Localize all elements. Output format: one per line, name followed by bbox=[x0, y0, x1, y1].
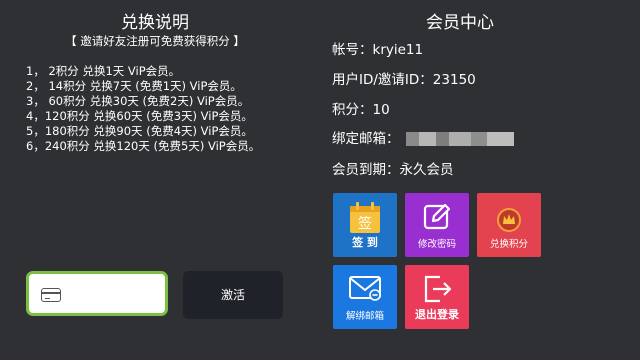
user-id-text: 用户ID/邀请ID：23150 bbox=[332, 72, 476, 88]
sign-in-label: 签 到 bbox=[352, 236, 378, 249]
unbind-email-label: 解绑邮箱 bbox=[345, 311, 384, 322]
account-text: 帐号：kryie11 bbox=[332, 42, 424, 58]
logout-icon bbox=[424, 275, 452, 303]
exchange-points-button[interactable]: 兑换积分 bbox=[477, 193, 541, 257]
email-label: 绑定邮箱： bbox=[332, 131, 400, 147]
change-password-button[interactable]: 修改密码 bbox=[405, 193, 469, 257]
email-blurred-value bbox=[405, 132, 514, 146]
edit-icon bbox=[423, 203, 451, 230]
exchange-rules-list: 1， 2积分 兑换1天 ViP会员。 2， 14积分 兑换7天 (免费1天) V… bbox=[26, 64, 271, 154]
exchange-subtitle: 【 邀请好友注册可免费获得积分 】 bbox=[65, 34, 245, 48]
mail-icon bbox=[349, 276, 381, 301]
rule-item: 3， 60积分 兑换30天 (免费2天) ViP会员。 bbox=[26, 94, 250, 108]
activate-button[interactable]: 激活 bbox=[183, 271, 283, 319]
unbind-email-button[interactable]: 解绑邮箱 bbox=[333, 265, 397, 329]
rule-item: 4，120积分 兑换60天 (免费3天) ViP会员。 bbox=[26, 109, 253, 123]
email-row: 绑定邮箱： bbox=[332, 127, 514, 147]
rule-item: 1， 2积分 兑换1天 ViP会员。 bbox=[26, 64, 181, 78]
change-password-label: 修改密码 bbox=[417, 239, 456, 250]
exchange-title: 兑换说明 bbox=[121, 13, 189, 33]
activation-code-input[interactable] bbox=[26, 271, 168, 316]
card-icon bbox=[41, 288, 61, 302]
exchange-panel: 兑换说明 【 邀请好友注册可免费获得积分 】 1， 2积分 兑换1天 ViP会员… bbox=[0, 0, 310, 360]
crown-badge-icon bbox=[497, 208, 521, 232]
calendar-text: 签 bbox=[358, 215, 372, 232]
sign-in-button[interactable]: 签 签 到 bbox=[333, 193, 397, 257]
rule-item: 5，180积分 兑换90天 (免费4天) ViP会员。 bbox=[26, 124, 253, 138]
expiry-text: 会员到期：永久会员 bbox=[332, 162, 454, 178]
rule-item: 2， 14积分 兑换7天 (免费1天) ViP会员。 bbox=[26, 79, 242, 93]
points-text: 积分：10 bbox=[332, 102, 390, 118]
logout-label: 退出登录 bbox=[415, 308, 459, 321]
logout-button[interactable]: 退出登录 bbox=[405, 265, 469, 329]
member-center-title: 会员中心 bbox=[426, 13, 494, 33]
exchange-points-label: 兑换积分 bbox=[489, 239, 528, 250]
rule-item: 6，240积分 兑换120天 (免费5天) ViP会员。 bbox=[26, 139, 261, 153]
calendar-sign-icon: 签 bbox=[350, 202, 380, 233]
